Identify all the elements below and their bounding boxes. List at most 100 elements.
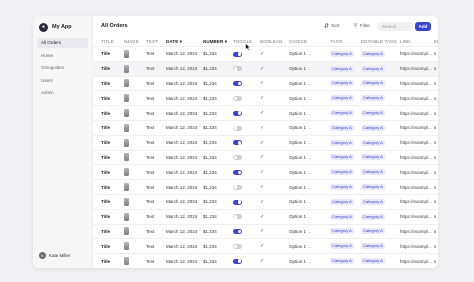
cell-choice[interactable]: Option 1 ⌄ [289, 164, 330, 180]
cell-title[interactable]: Title [92, 179, 124, 195]
cell-email[interactable]: s [434, 149, 438, 165]
cell-email[interactable]: s [434, 193, 438, 210]
cell-choice[interactable]: Option 1 ⌄ [289, 253, 330, 268]
cell-tags[interactable]: Category A [330, 208, 361, 225]
cell-date[interactable]: March 12, 2024 [166, 60, 203, 77]
cell-boolean[interactable]: ✓ [260, 119, 289, 136]
column-header-toggle[interactable]: TOGGLE [233, 37, 260, 47]
cell-text[interactable]: Text [146, 149, 166, 165]
editable-tag-chip[interactable]: Category A [361, 169, 385, 176]
cell-number[interactable]: $1,234 [203, 223, 233, 239]
cell-tags[interactable]: Category A [330, 149, 361, 165]
editable-tag-chip[interactable]: Category A [361, 243, 385, 250]
cell-boolean[interactable]: ✓ [260, 75, 289, 91]
toggle-switch[interactable] [233, 140, 242, 146]
cell-toggle[interactable] [233, 60, 260, 77]
cell-text[interactable]: Text [146, 208, 166, 225]
cell-link[interactable]: https://exampl... [400, 75, 434, 91]
cell-link[interactable]: https://exampl... [400, 164, 434, 180]
cell-toggle[interactable] [233, 223, 260, 239]
toggle-switch[interactable] [233, 155, 242, 161]
table-row[interactable]: Title Text March 12, 2024 $1,234 ✓ Option 1 ⌄ C… [92, 238, 438, 254]
cell-editable-tags[interactable]: Category A [361, 134, 400, 151]
cell-choice[interactable]: Option 1 ⌄ [289, 208, 330, 225]
cell-date[interactable]: March 12, 2024 [166, 134, 203, 151]
cell-email[interactable]: s [434, 253, 438, 268]
cell-editable-tags[interactable]: Category A [361, 119, 400, 136]
cell-date[interactable]: March 12, 2024 [166, 208, 203, 225]
cell-image[interactable] [124, 193, 146, 210]
column-header-text[interactable]: TEXT [146, 37, 166, 47]
column-header-title[interactable]: TITLE [92, 37, 124, 47]
cell-toggle[interactable] [233, 149, 260, 165]
cell-date[interactable]: March 12, 2024 [166, 90, 203, 106]
cell-title[interactable]: Title [92, 134, 124, 151]
cell-editable-tags[interactable]: Category A [361, 105, 400, 121]
toggle-switch[interactable] [233, 184, 242, 190]
cell-boolean[interactable]: ✓ [260, 223, 289, 239]
cell-number[interactable]: $1,234 [203, 134, 233, 151]
cell-image[interactable] [124, 46, 146, 62]
cell-title[interactable]: Title [92, 90, 124, 106]
cell-title[interactable]: Title [92, 46, 124, 62]
cell-title[interactable]: Title [92, 75, 124, 91]
cell-date[interactable]: March 12, 2024 [166, 46, 203, 62]
cell-tags[interactable]: Category A [330, 60, 361, 77]
editable-tag-chip[interactable]: Category A [361, 139, 385, 146]
cell-date[interactable]: March 12, 2024 [166, 238, 203, 254]
cell-toggle[interactable] [233, 208, 260, 225]
cell-link[interactable]: https://exampl... [400, 193, 434, 210]
add-button[interactable]: Add [415, 22, 431, 31]
cell-number[interactable]: $1,234 [203, 75, 233, 91]
toggle-switch[interactable] [233, 169, 242, 175]
cell-title[interactable]: Title [92, 119, 124, 136]
toggle-switch[interactable] [233, 125, 242, 131]
cell-editable-tags[interactable]: Category A [361, 208, 400, 225]
column-header-choice[interactable]: CHOICE [289, 37, 330, 47]
cell-date[interactable]: March 12, 2024 [166, 164, 203, 180]
cell-email[interactable]: s [434, 164, 438, 180]
table-row[interactable]: Title Text March 12, 2024 $1,234 ✓ Option 1 ⌄ C… [92, 105, 438, 121]
cell-boolean[interactable]: ✓ [260, 46, 289, 62]
cell-email[interactable]: s [434, 90, 438, 106]
cell-link[interactable]: https://exampl... [400, 223, 434, 239]
cell-text[interactable]: Text [146, 223, 166, 239]
table-row[interactable]: Title Text March 12, 2024 $1,234 ✓ Option 1 ⌄ C… [92, 208, 438, 225]
cell-choice[interactable]: Option 1 ⌄ [289, 134, 330, 151]
cell-toggle[interactable] [233, 134, 260, 151]
cell-toggle[interactable] [233, 193, 260, 210]
cell-text[interactable]: Text [146, 90, 166, 106]
cell-choice[interactable]: Option 1 ⌄ [289, 193, 330, 210]
column-header-editable-tags[interactable]: EDITABLE TAGS [361, 37, 400, 47]
cell-text[interactable]: Text [146, 105, 166, 121]
cell-tags[interactable]: Category A [330, 46, 361, 62]
editable-tag-chip[interactable]: Category A [361, 110, 385, 117]
toggle-switch[interactable] [233, 229, 242, 235]
cell-boolean[interactable]: ✓ [260, 105, 289, 121]
editable-tag-chip[interactable]: Category A [361, 184, 385, 191]
cell-number[interactable]: $1,234 [203, 60, 233, 77]
cell-image[interactable] [124, 238, 146, 254]
cell-email[interactable]: s [434, 223, 438, 239]
cell-editable-tags[interactable]: Category A [361, 253, 400, 268]
cell-choice[interactable]: Option 1 ⌄ [289, 75, 330, 91]
cell-title[interactable]: Title [92, 253, 124, 268]
cell-toggle[interactable] [233, 164, 260, 180]
cell-email[interactable]: s [434, 179, 438, 195]
sidebar-item-home[interactable]: Home [37, 51, 88, 61]
cell-text[interactable]: Text [146, 60, 166, 77]
editable-tag-chip[interactable]: Category A [361, 258, 385, 265]
table-row[interactable]: Title Text March 12, 2024 $1,234 ✓ Option 1 ⌄ C… [92, 60, 438, 77]
cell-boolean[interactable]: ✓ [260, 193, 289, 210]
cell-boolean[interactable]: ✓ [260, 164, 289, 180]
cell-choice[interactable]: Option 1 ⌄ [289, 238, 330, 254]
sidebar-item-all-orders[interactable]: All Orders [37, 38, 88, 48]
cell-link[interactable]: https://exampl... [400, 134, 434, 151]
cell-image[interactable] [124, 60, 146, 77]
cell-email[interactable]: s [434, 105, 438, 121]
table-row[interactable]: Title Text March 12, 2024 $1,234 ✓ Option 1 ⌄ C… [92, 253, 438, 268]
cell-text[interactable]: Text [146, 119, 166, 136]
toggle-switch[interactable] [233, 51, 242, 57]
cell-editable-tags[interactable]: Category A [361, 164, 400, 180]
column-header-date[interactable]: DATE ▾ [166, 37, 203, 47]
